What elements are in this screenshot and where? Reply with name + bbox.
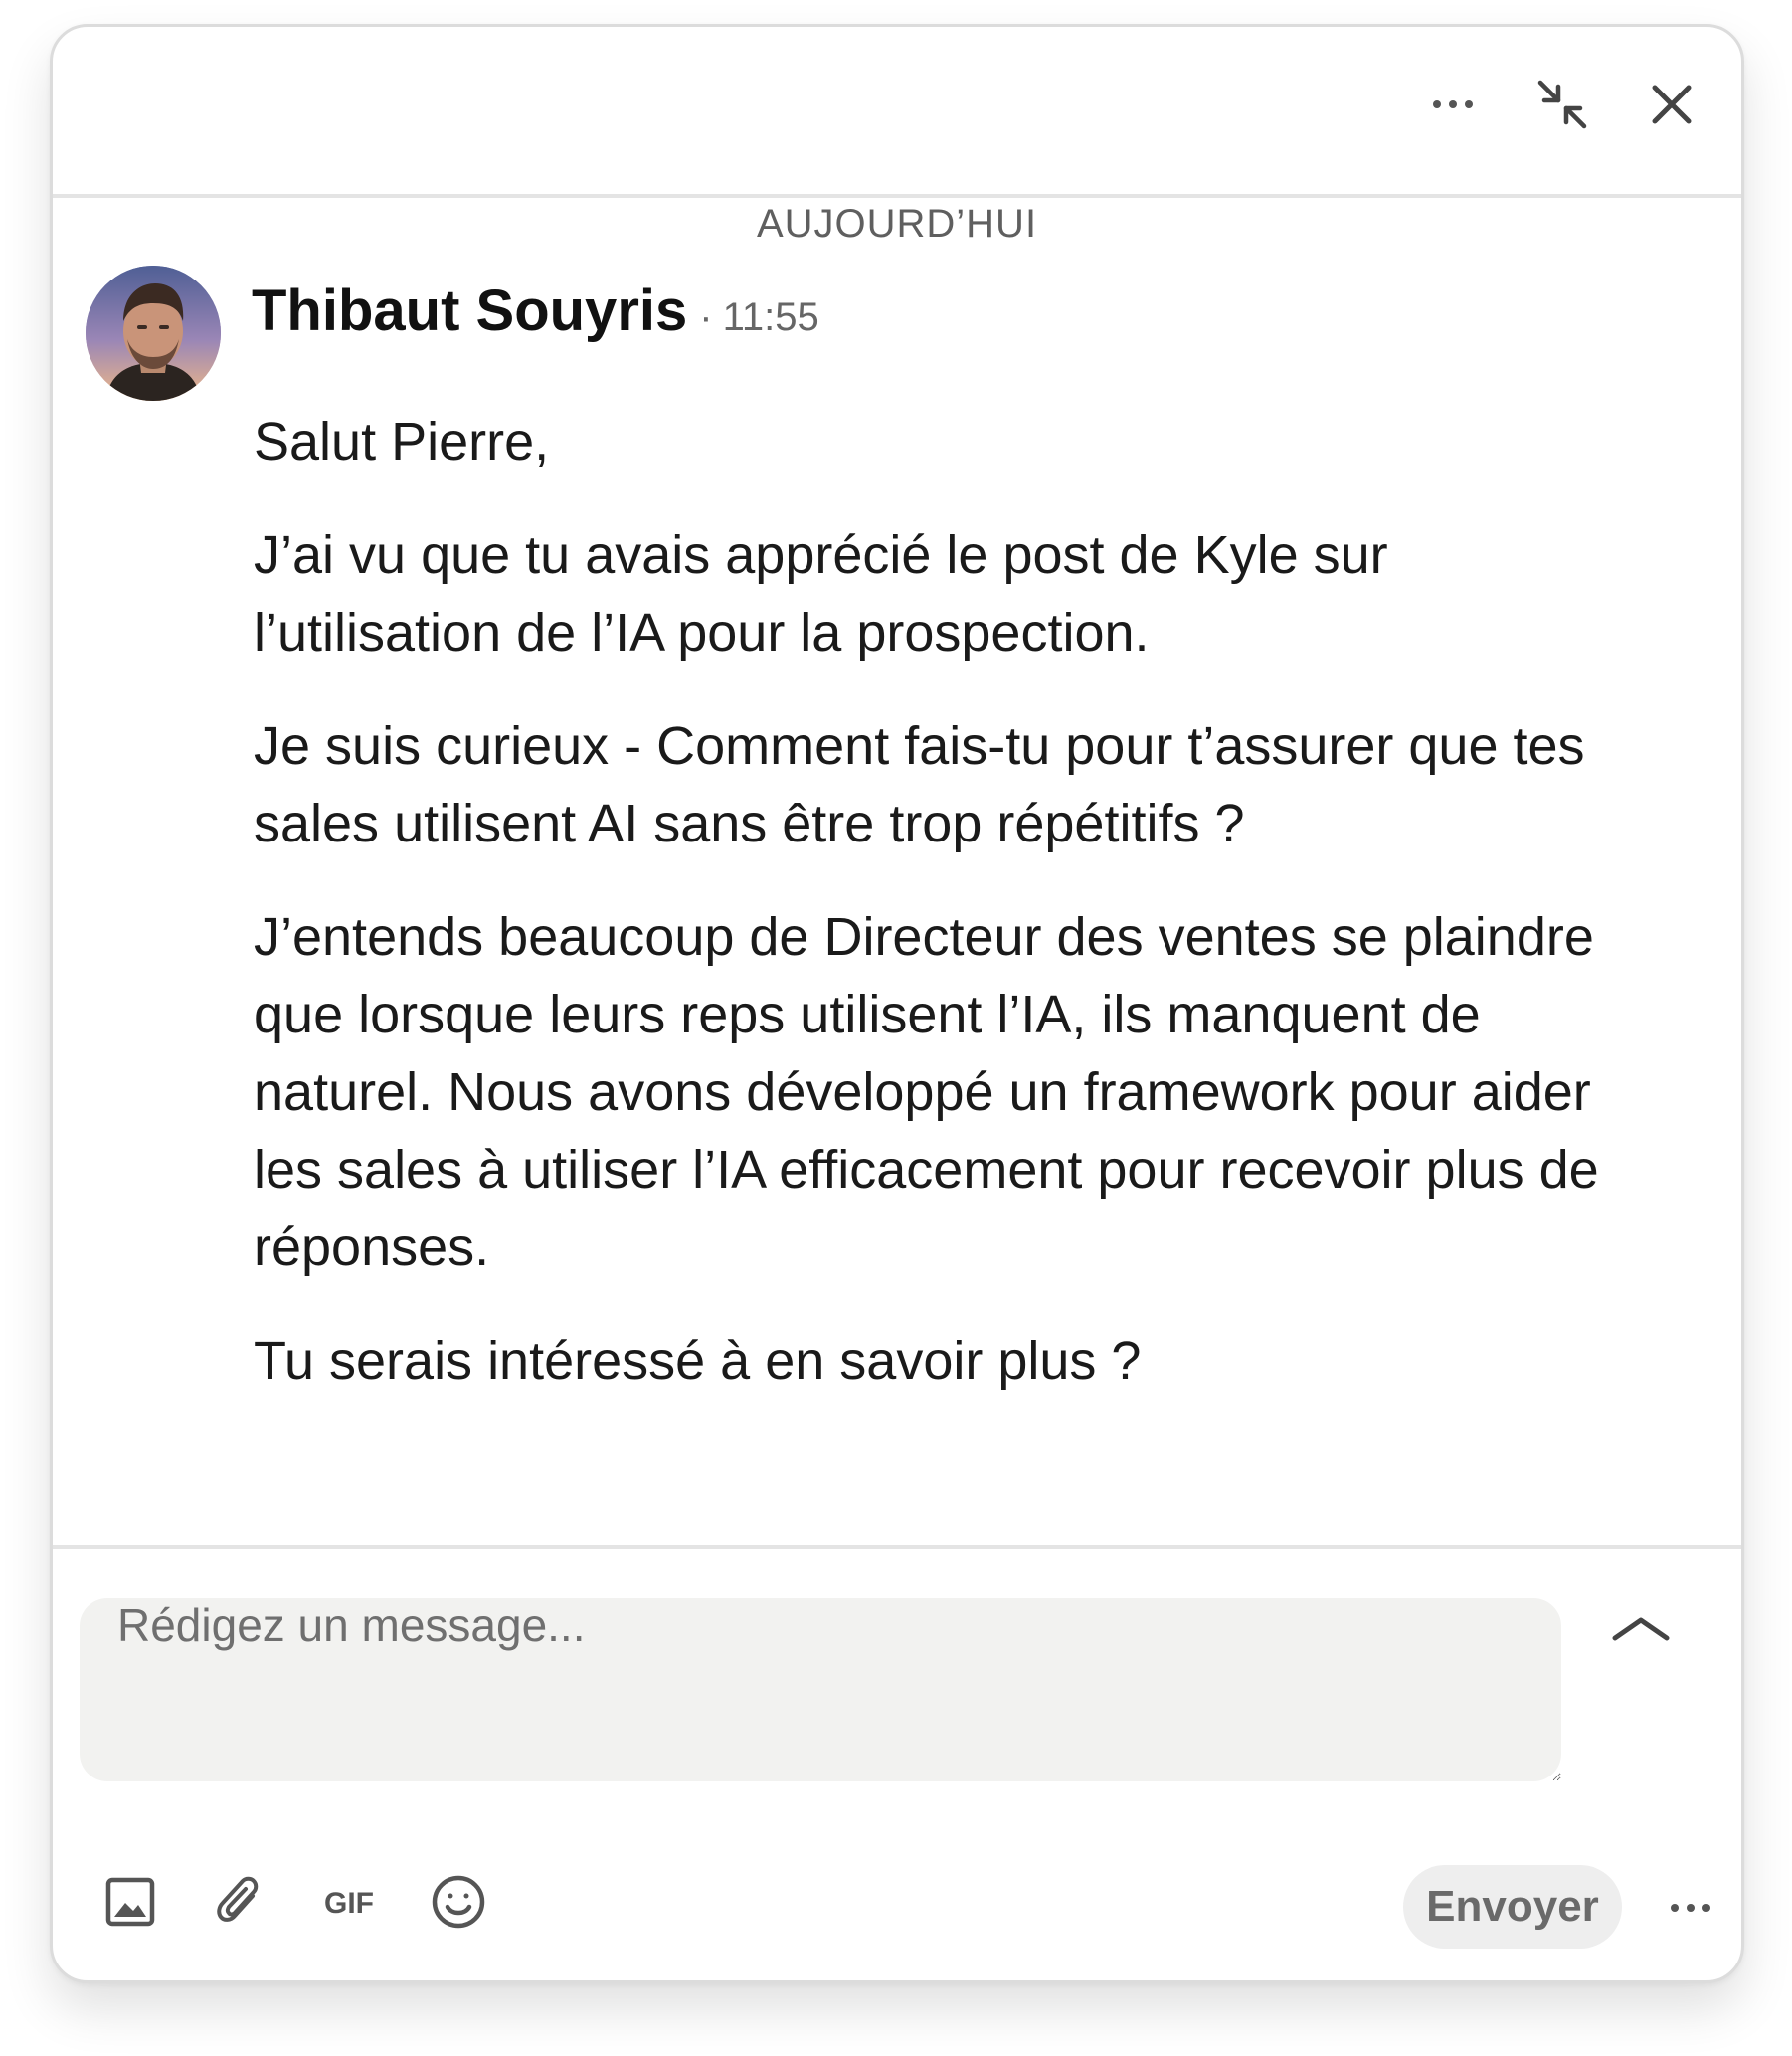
expand-composer-button[interactable] xyxy=(1606,1598,1676,1658)
emoji-icon xyxy=(432,1875,485,1929)
message-body: Salut Pierre, J’ai vu que tu avais appré… xyxy=(254,403,1646,1435)
minimize-arrows-icon xyxy=(1537,80,1587,129)
message-paragraph: Salut Pierre, xyxy=(254,412,550,471)
date-divider xyxy=(53,194,1741,198)
attach-image-button[interactable] xyxy=(97,1869,163,1935)
window-header-actions xyxy=(1423,75,1702,134)
separator-dot: · xyxy=(699,295,713,339)
sender-name[interactable]: Thibaut Souyris xyxy=(252,278,687,344)
close-icon xyxy=(1652,85,1692,124)
date-label: AUJOURD’HUI xyxy=(742,202,1052,247)
message-paragraph: Je suis curieux - Comment fais-tu pour t… xyxy=(254,716,1585,853)
message-paragraph: J’ai vu que tu avais apprécié le post de… xyxy=(254,525,1388,662)
image-icon xyxy=(105,1877,155,1927)
profile-photo xyxy=(86,266,221,401)
message-input[interactable] xyxy=(80,1598,1561,1781)
avatar[interactable] xyxy=(86,266,221,401)
composer-divider xyxy=(53,1545,1741,1549)
close-button[interactable] xyxy=(1642,75,1702,134)
composer-toolbar: GIF xyxy=(97,1869,491,1935)
more-options-button[interactable] xyxy=(1423,75,1483,134)
composer-more-button[interactable] xyxy=(1656,1875,1725,1941)
attach-file-button[interactable] xyxy=(207,1869,272,1935)
minimize-button[interactable] xyxy=(1532,75,1592,134)
message-paragraph: Tu serais intéressé à en savoir plus ? xyxy=(254,1331,1142,1391)
gif-label: GIF xyxy=(324,1887,374,1920)
message-paragraph: J’entends beaucoup de Directeur des vent… xyxy=(254,907,1599,1277)
send-button[interactable]: Envoyer xyxy=(1403,1865,1622,1949)
gif-button[interactable]: GIF xyxy=(316,1869,382,1935)
gif-icon: GIF xyxy=(324,1887,374,1920)
emoji-button[interactable] xyxy=(426,1869,491,1935)
messaging-window: AUJOURD’HUI Thibaut Souyris · 11:55 Salu… xyxy=(50,24,1744,1983)
chevron-up-icon xyxy=(1612,1617,1670,1641)
message-time: 11:55 xyxy=(722,295,819,339)
more-horizontal-icon xyxy=(1671,1904,1710,1912)
message-header: Thibaut Souyris · 11:55 xyxy=(252,278,819,344)
paperclip-icon xyxy=(217,1876,259,1922)
more-horizontal-icon xyxy=(1433,100,1473,108)
